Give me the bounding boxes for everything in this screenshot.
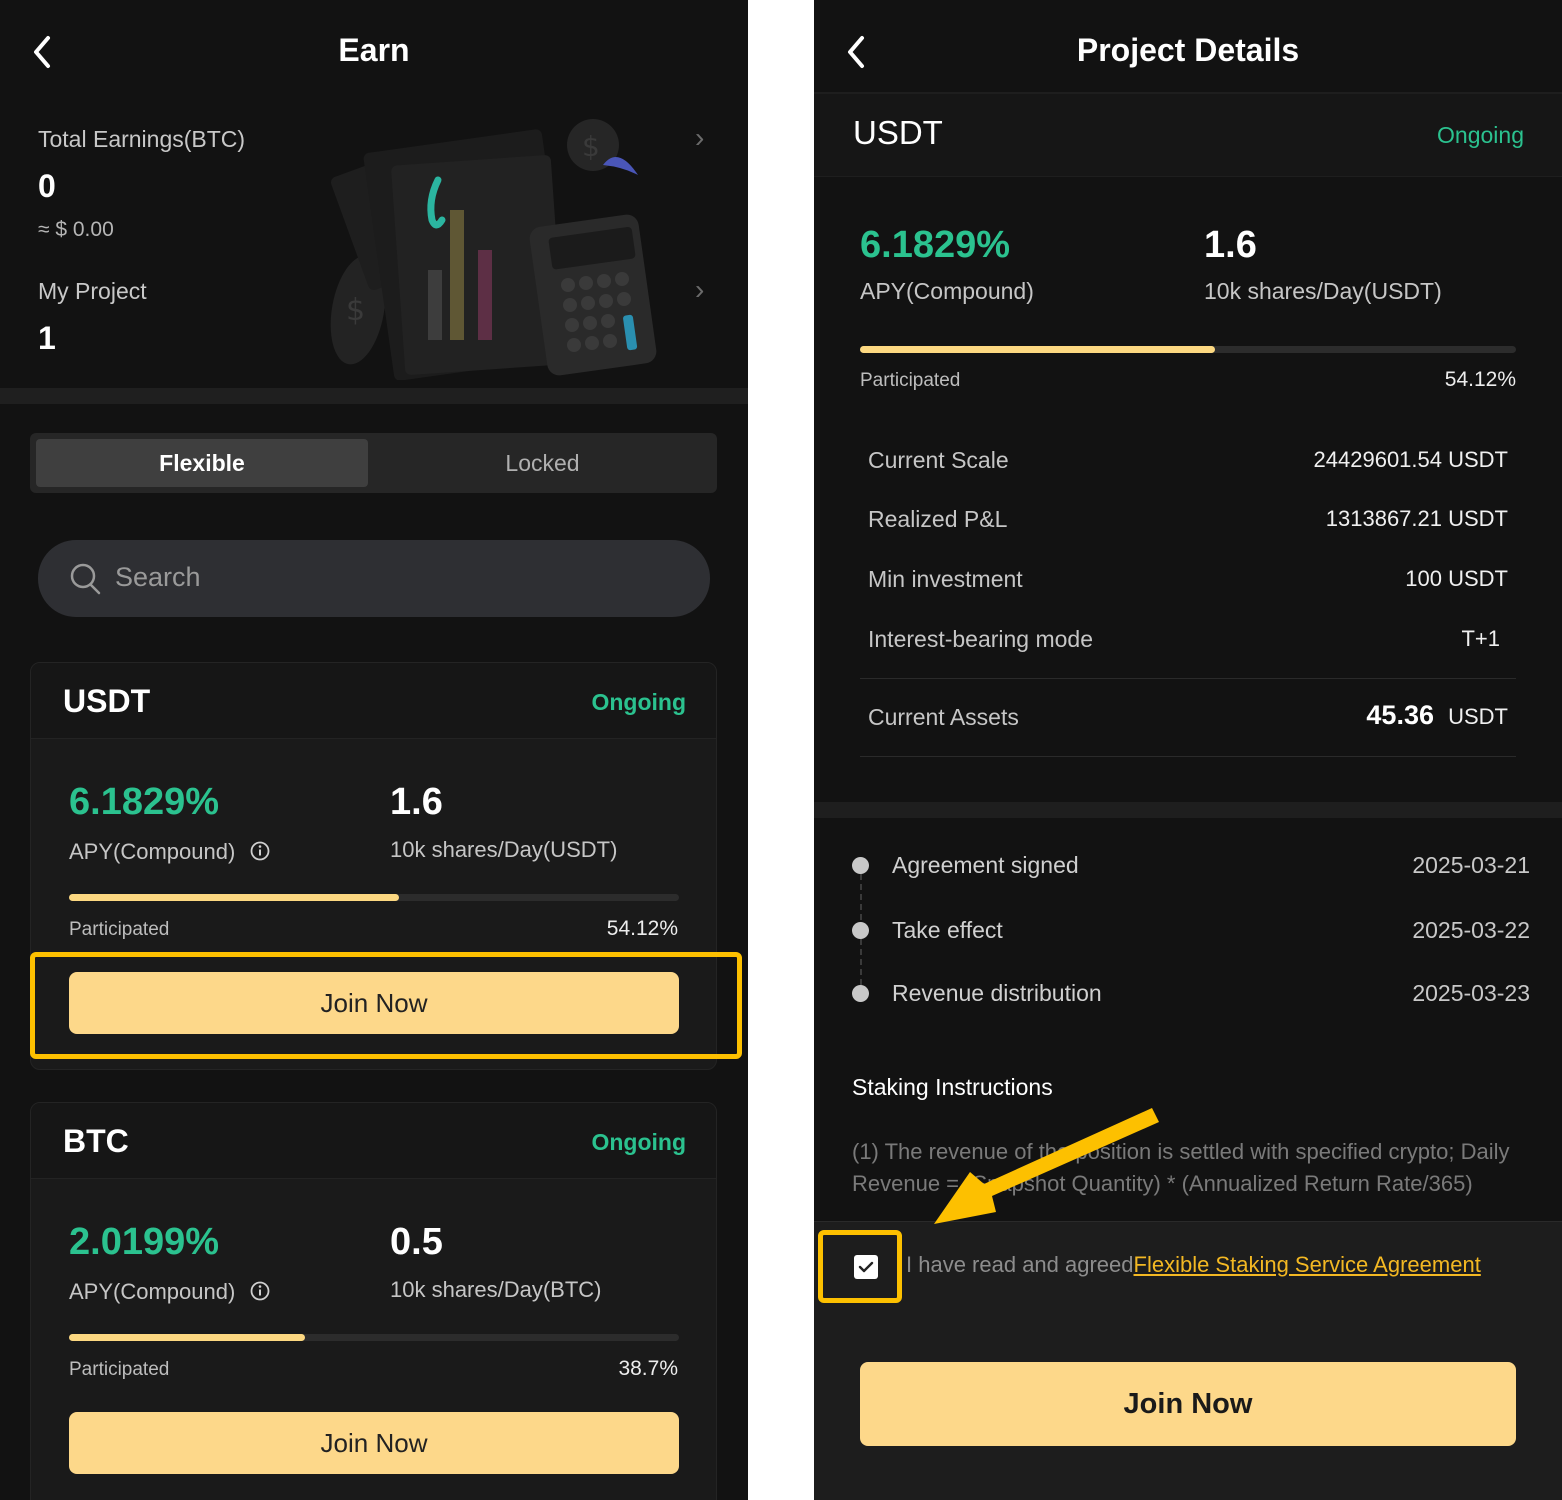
total-earnings-fiat: ≈ $ 0.00 <box>38 218 114 241</box>
timeline-dot <box>852 857 869 874</box>
apy-label-text: APY(Compound) <box>69 1279 236 1304</box>
participation-progress-bar <box>860 346 1516 353</box>
apy-label: APY(Compound) <box>860 278 1034 304</box>
tab-locked[interactable]: Locked <box>374 439 711 487</box>
my-project-label: My Project <box>38 278 147 304</box>
highlight-box <box>818 1230 902 1303</box>
timeline-dot <box>852 922 869 939</box>
participated-label: Participated <box>69 919 170 940</box>
participation-progress-bar <box>69 1334 679 1341</box>
progress-fill <box>69 1334 306 1341</box>
timeline-label: Revenue distribution <box>892 980 1102 1006</box>
svg-text:$: $ <box>346 293 365 328</box>
agreement-text: I have read and agreedFlexible Staking S… <box>906 1252 1481 1278</box>
tab-flexible[interactable]: Flexible <box>36 439 368 487</box>
status-badge: Ongoing <box>591 1129 686 1155</box>
chevron-right-icon[interactable]: › <box>695 274 704 306</box>
pointer-arrow-icon <box>934 1108 1159 1224</box>
timeline-dot <box>852 985 869 1002</box>
timeline-date: 2025-03-22 <box>1412 917 1530 943</box>
timeline-date: 2025-03-21 <box>1412 852 1530 878</box>
apy-value: 6.1829% <box>860 224 1011 266</box>
interest-mode-value: T+1 <box>1461 626 1500 651</box>
progress-fill <box>860 346 1216 353</box>
svg-text:$: $ <box>582 130 600 163</box>
participation-progress-bar <box>69 894 679 901</box>
join-now-button[interactable]: Join Now <box>860 1362 1516 1446</box>
card-header: USDT Ongoing <box>31 663 716 739</box>
highlight-box <box>30 952 742 1059</box>
timeline-label: Take effect <box>892 917 1003 943</box>
section-divider <box>0 388 748 404</box>
section-divider <box>814 802 1562 818</box>
current-scale-value: 24429601.54 USDT <box>1313 447 1508 472</box>
realized-pnl-value: 1313867.21 USDT <box>1325 506 1508 531</box>
total-earnings-value: 0 <box>38 168 56 204</box>
participated-value: 54.12% <box>1444 368 1516 391</box>
current-assets-label: Current Assets <box>868 704 1019 730</box>
shares-value: 1.6 <box>390 781 443 823</box>
card-asset-name: BTC <box>63 1123 129 1159</box>
shares-value: 1.6 <box>1204 224 1257 266</box>
agreement-link[interactable]: Flexible Staking Service Agreement <box>1134 1252 1481 1277</box>
shares-label: 10k shares/Day(USDT) <box>390 837 618 862</box>
current-assets-value: 45.36 <box>1366 700 1434 730</box>
info-icon[interactable] <box>249 840 271 862</box>
page-title: Earn <box>338 32 410 68</box>
total-earnings-label: Total Earnings(BTC) <box>38 126 246 152</box>
min-investment-value: 100 USDT <box>1405 566 1508 591</box>
status-badge: Ongoing <box>591 689 686 715</box>
chevron-right-icon[interactable]: › <box>695 122 704 154</box>
timeline-date: 2025-03-23 <box>1412 980 1530 1006</box>
current-assets-unit: USDT <box>1448 704 1508 729</box>
search-input[interactable]: Search <box>38 540 710 617</box>
row-divider <box>860 756 1516 757</box>
min-investment-label: Min investment <box>868 566 1023 592</box>
project-asset-name: USDT <box>853 114 943 151</box>
row-divider <box>860 678 1516 679</box>
status-badge: Ongoing <box>1437 122 1524 148</box>
apy-value: 6.1829% <box>69 781 220 823</box>
my-project-value: 1 <box>38 320 56 356</box>
apy-label-text: APY(Compound) <box>69 839 236 864</box>
earn-screen: Earn Total Earnings(BTC) 0 ≈ $ 0.00 › My… <box>0 0 748 1500</box>
finance-illustration-icon: $ $ <box>330 119 657 380</box>
agreement-footer: I have read and agreedFlexible Staking S… <box>814 1221 1562 1500</box>
page-title: Project Details <box>1076 32 1300 68</box>
project-header: USDT Ongoing <box>814 94 1562 177</box>
earnings-summary: Total Earnings(BTC) 0 ≈ $ 0.00 › My Proj… <box>0 100 748 390</box>
shares-label: 10k shares/Day(USDT) <box>1204 278 1442 304</box>
apy-value: 2.0199% <box>69 1221 220 1263</box>
info-icon[interactable] <box>249 1280 271 1302</box>
interest-mode-label: Interest-bearing mode <box>868 626 1094 652</box>
search-placeholder: Search <box>115 562 201 592</box>
staking-instructions-title: Staking Instructions <box>852 1074 1053 1100</box>
apy-label: APY(Compound) <box>69 839 271 865</box>
current-assets: 45.36 USDT <box>1366 700 1508 731</box>
earn-type-tabs: Flexible Locked <box>30 433 717 493</box>
shares-label: 10k shares/Day(BTC) <box>390 1277 602 1302</box>
progress-fill <box>69 894 400 901</box>
current-scale-label: Current Scale <box>868 447 1009 473</box>
project-details-screen: Project Details USDT Ongoing 6.1829% APY… <box>814 0 1562 1500</box>
participated-value: 38.7% <box>618 1357 678 1380</box>
card-asset-name: USDT <box>63 683 151 719</box>
participated-label: Participated <box>69 1359 170 1380</box>
join-now-button[interactable]: Join Now <box>69 1412 679 1474</box>
timeline-label: Agreement signed <box>892 852 1079 878</box>
search-icon <box>70 563 101 595</box>
card-header: BTC Ongoing <box>31 1103 716 1179</box>
shares-value: 0.5 <box>390 1221 443 1263</box>
participated-label: Participated <box>860 370 961 391</box>
participated-value: 54.12% <box>606 917 678 940</box>
product-card-btc: BTC Ongoing 2.0199% APY(Compound) 0.5 10… <box>30 1102 717 1500</box>
apy-label: APY(Compound) <box>69 1279 271 1305</box>
agreement-prefix: I have read and agreed <box>906 1252 1134 1277</box>
realized-pnl-label: Realized P&L <box>868 506 1008 532</box>
